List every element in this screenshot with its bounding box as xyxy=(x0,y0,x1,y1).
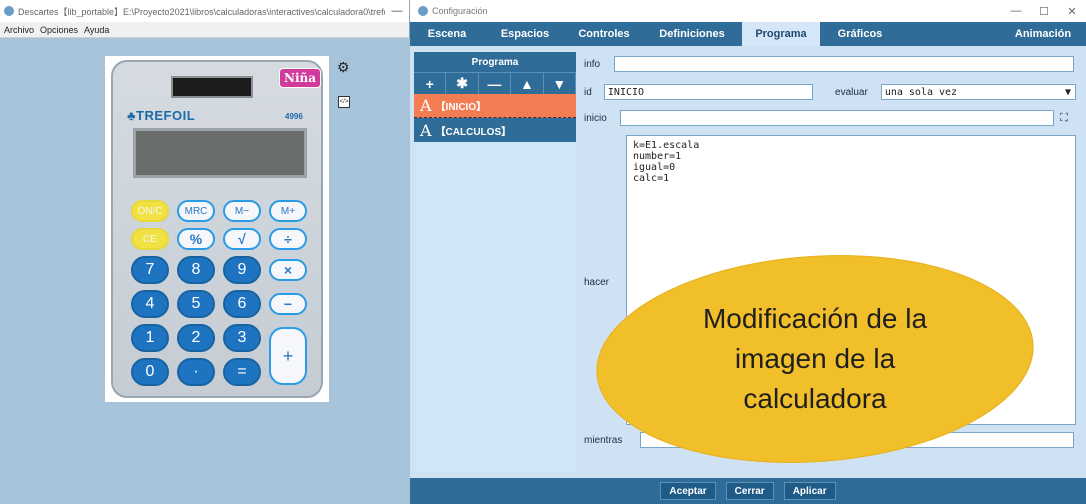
key-8[interactable]: 8 xyxy=(177,256,215,284)
program-item-label: 【INICIO】 xyxy=(435,102,487,113)
tab-bar: Escena Espacios Controles Definiciones P… xyxy=(410,22,1086,46)
key-ce[interactable]: CE xyxy=(131,228,169,250)
key-1[interactable]: 1 xyxy=(131,324,169,352)
app-icon xyxy=(418,6,428,16)
expand-icon[interactable]: ⛶ xyxy=(1060,112,1068,125)
menu-ayuda[interactable]: Ayuda xyxy=(84,25,109,35)
inicio-row: inicio ⛶ xyxy=(584,108,1076,128)
minimize-button[interactable]: — xyxy=(1002,5,1030,17)
tab-spacer xyxy=(900,22,1000,46)
brand-logo: ♣TREFOIL xyxy=(127,108,196,123)
program-toolbar: + ✱ — ▲ ▼ xyxy=(414,72,577,94)
key-4[interactable]: 4 xyxy=(131,290,169,318)
key-equals[interactable]: = xyxy=(223,358,261,386)
right-titlebar: Configuración — ☐ ✕ xyxy=(410,0,1086,22)
calculator-display xyxy=(133,128,307,178)
gear-icon[interactable]: ⚙ xyxy=(337,60,351,74)
info-field[interactable] xyxy=(614,56,1074,72)
left-titlebar: Descartes【lib_portable】E:\Proyecto2021\l… xyxy=(0,0,409,22)
key-divide[interactable]: ÷ xyxy=(269,228,307,250)
model-number: 4996 xyxy=(285,112,303,121)
program-item-label: 【CALCULOS】 xyxy=(435,126,512,138)
key-2[interactable]: 2 xyxy=(177,324,215,352)
tab-programa[interactable]: Programa xyxy=(742,22,820,46)
left-window-title: Descartes【lib_portable】E:\Proyecto2021\l… xyxy=(18,6,385,17)
program-item-inicio[interactable]: A 【INICIO】 xyxy=(414,94,576,118)
descartes-window: Descartes【lib_portable】E:\Proyecto2021\l… xyxy=(0,0,410,504)
algorithm-icon: A xyxy=(420,96,432,115)
key-multiply[interactable]: × xyxy=(269,259,307,281)
id-label: id xyxy=(584,86,592,98)
evaluar-value: una sola vez xyxy=(884,86,958,98)
key-3[interactable]: 3 xyxy=(223,324,261,352)
evaluar-label: evaluar xyxy=(835,86,868,98)
aceptar-button[interactable]: Aceptar xyxy=(660,482,716,500)
duplicate-button[interactable]: ✱ xyxy=(446,73,479,94)
remove-button[interactable]: — xyxy=(479,73,512,94)
dialog-button-bar: Aceptar Cerrar Aplicar xyxy=(410,478,1086,504)
tab-espacios[interactable]: Espacios xyxy=(484,22,566,46)
program-list-panel: Programa + ✱ — ▲ ▼ A 【INICIO】 A 【CALCULO… xyxy=(414,52,577,472)
algorithm-icon: A xyxy=(420,120,432,140)
move-down-button[interactable]: ▼ xyxy=(544,73,577,94)
nina-badge: Niña xyxy=(279,68,321,88)
key-sqrt[interactable]: √ xyxy=(223,228,261,250)
program-item-calculos[interactable]: A 【CALCULOS】 xyxy=(414,118,576,142)
id-field[interactable]: INICIO xyxy=(603,84,814,100)
info-row: info xyxy=(584,54,1076,74)
left-menubar: Archivo Opciones Ayuda xyxy=(0,22,409,38)
id-row: id INICIO evaluar una sola vez ▼ xyxy=(584,82,1076,102)
key-mminus[interactable]: M− xyxy=(223,200,261,222)
tab-escena[interactable]: Escena xyxy=(410,22,484,46)
tab-definiciones[interactable]: Definiciones xyxy=(642,22,742,46)
brand-text: TREFOIL xyxy=(136,108,196,123)
right-window-title: Configuración xyxy=(432,6,488,16)
inicio-field[interactable] xyxy=(620,110,1054,126)
aplicar-button[interactable]: Aplicar xyxy=(783,482,836,500)
inicio-label: inicio xyxy=(584,112,607,124)
menu-opciones[interactable]: Opciones xyxy=(40,25,78,35)
key-dot[interactable]: · xyxy=(177,358,215,386)
program-header: Programa xyxy=(414,52,576,72)
maximize-button[interactable]: ☐ xyxy=(1030,5,1058,18)
key-plus[interactable]: + xyxy=(269,327,307,385)
key-minus[interactable]: − xyxy=(269,293,307,315)
close-button[interactable]: ✕ xyxy=(1058,5,1086,18)
key-7[interactable]: 7 xyxy=(131,256,169,284)
callout-text: Modificación de la imagen de la calculad… xyxy=(702,303,928,414)
app-icon xyxy=(4,6,14,16)
key-percent[interactable]: % xyxy=(177,228,215,250)
info-label: info xyxy=(584,58,601,70)
embed-code-icon[interactable]: </> xyxy=(338,96,350,108)
hacer-label: hacer xyxy=(584,276,610,288)
evaluar-select[interactable]: una sola vez ▼ xyxy=(880,84,1076,100)
key-mrc[interactable]: MRC xyxy=(177,200,215,222)
cerrar-button[interactable]: Cerrar xyxy=(725,482,774,500)
menu-archivo[interactable]: Archivo xyxy=(4,25,34,35)
add-button[interactable]: + xyxy=(414,73,447,94)
key-5[interactable]: 5 xyxy=(177,290,215,318)
minimize-button[interactable]: — xyxy=(385,5,409,17)
key-0[interactable]: 0 xyxy=(131,358,169,386)
tab-animacion[interactable]: Animación xyxy=(1000,22,1086,46)
key-mplus[interactable]: M+ xyxy=(269,200,307,222)
calculator-body: Niña ♣TREFOIL 4996 ON/C MRC M− M+ CE % √… xyxy=(111,60,323,398)
key-onc[interactable]: ON/C xyxy=(131,200,169,222)
key-6[interactable]: 6 xyxy=(223,290,261,318)
screen: Descartes【lib_portable】E:\Proyecto2021\l… xyxy=(0,0,1086,504)
tab-controles[interactable]: Controles xyxy=(566,22,642,46)
solar-panel xyxy=(171,76,253,98)
chevron-down-icon: ▼ xyxy=(1064,86,1071,98)
mientras-label: mientras xyxy=(584,434,623,446)
tab-graficos[interactable]: Gráficos xyxy=(820,22,900,46)
key-9[interactable]: 9 xyxy=(223,256,261,284)
move-up-button[interactable]: ▲ xyxy=(511,73,544,94)
calculator-image: Niña ♣TREFOIL 4996 ON/C MRC M− M+ CE % √… xyxy=(105,56,329,402)
